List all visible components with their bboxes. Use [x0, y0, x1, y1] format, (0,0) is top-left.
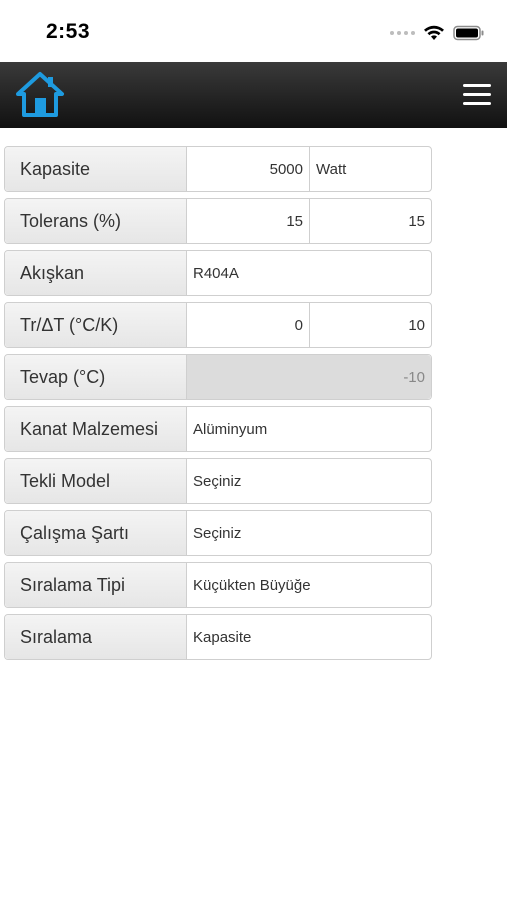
siralama-tipi-label: Sıralama Tipi — [5, 563, 187, 607]
tekli-model-label: Tekli Model — [5, 459, 187, 503]
tolerans-min-input[interactable]: 15 — [187, 199, 309, 243]
kanat-malzemesi-select[interactable]: Alüminyum — [187, 407, 431, 451]
status-bar: 2:53 — [0, 0, 507, 62]
akiskan-label: Akışkan — [5, 251, 187, 295]
navbar — [0, 62, 507, 128]
home-icon — [16, 72, 64, 117]
calisma-sarti-row: Çalışma Şartı Seçiniz — [4, 510, 432, 556]
selection-form: Kapasite 5000 Watt Tolerans (%) 15 15 Ak… — [4, 146, 432, 666]
tevap-field: -10 — [187, 355, 431, 399]
tevap-label: Tevap (°C) — [5, 355, 187, 399]
cellular-signal-icon — [390, 31, 415, 35]
tolerans-row: Tolerans (%) 15 15 — [4, 198, 432, 244]
kapasite-input[interactable]: 5000 — [187, 147, 309, 191]
akiskan-select[interactable]: R404A — [187, 251, 431, 295]
tekli-model-row: Tekli Model Seçiniz — [4, 458, 432, 504]
home-button[interactable] — [14, 70, 66, 120]
tr-dt-label: Tr/ΔT (°C/K) — [5, 303, 187, 347]
siralama-row: Sıralama Kapasite — [4, 614, 432, 660]
siralama-label: Sıralama — [5, 615, 187, 659]
calisma-sarti-select[interactable]: Seçiniz — [187, 511, 431, 555]
tr-dt-row: Tr/ΔT (°C/K) 0 10 — [4, 302, 432, 348]
tr-input[interactable]: 0 — [187, 303, 309, 347]
siralama-tipi-row: Sıralama Tipi Küçükten Büyüğe — [4, 562, 432, 608]
wifi-icon — [424, 25, 444, 40]
kanat-malzemesi-row: Kanat Malzemesi Alüminyum — [4, 406, 432, 452]
dt-input[interactable]: 10 — [309, 303, 431, 347]
hamburger-menu-icon — [463, 83, 491, 87]
menu-button[interactable] — [457, 74, 497, 114]
akiskan-row: Akışkan R404A — [4, 250, 432, 296]
kapasite-row: Kapasite 5000 Watt — [4, 146, 432, 192]
siralama-select[interactable]: Kapasite — [187, 615, 431, 659]
tekli-model-select[interactable]: Seçiniz — [187, 459, 431, 503]
tolerans-label: Tolerans (%) — [5, 199, 187, 243]
battery-icon — [453, 25, 484, 41]
status-icons — [390, 22, 485, 44]
kanat-malzemesi-label: Kanat Malzemesi — [5, 407, 187, 451]
calisma-sarti-label: Çalışma Şartı — [5, 511, 187, 555]
tolerans-max-input[interactable]: 15 — [309, 199, 431, 243]
kapasite-label: Kapasite — [5, 147, 187, 191]
tevap-row: Tevap (°C) -10 — [4, 354, 432, 400]
siralama-tipi-select[interactable]: Küçükten Büyüğe — [187, 563, 431, 607]
status-time: 2:53 — [46, 20, 91, 43]
kapasite-unit-select[interactable]: Watt — [309, 147, 431, 191]
